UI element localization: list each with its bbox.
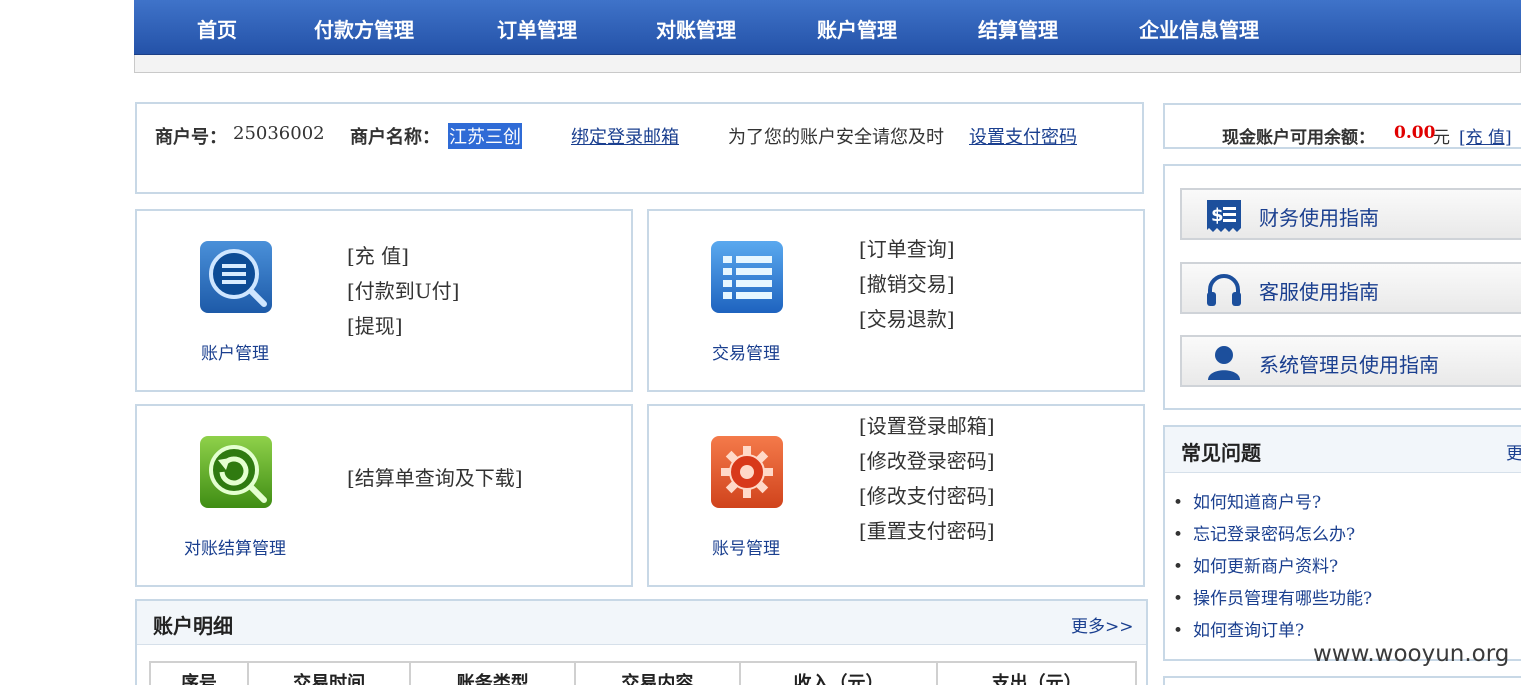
svg-text:$: $ xyxy=(1211,205,1224,226)
reset-pay-password-link[interactable]: [重置支付密码] xyxy=(859,514,995,549)
cash-balance-panel: 现金账户可用余额： 0.00 元 [充 值] xyxy=(1163,103,1521,149)
set-pay-password-link[interactable]: 设置支付密码 xyxy=(969,123,1077,149)
finance-guide-button[interactable]: $ 财务使用指南 xyxy=(1180,188,1521,240)
balance-unit: 元 xyxy=(1433,128,1450,148)
bind-email-link[interactable]: 绑定登录邮箱 xyxy=(571,123,679,149)
merchant-name-value: 江苏三创 xyxy=(448,123,522,149)
trade-management-box: 交易管理 [订单查询] [撤销交易] [交易退款] xyxy=(647,209,1145,392)
set-login-email-link[interactable]: [设置登录邮箱] xyxy=(859,409,995,444)
merchant-id-label: 商户号： xyxy=(155,127,227,148)
faq-header: 常见问题 更 xyxy=(1165,427,1521,473)
merchant-name-label: 商户名称： xyxy=(350,127,440,148)
statement-download-link[interactable]: [结算单查询及下载] xyxy=(347,461,523,496)
column-header: 账务类型 xyxy=(409,661,577,685)
faq-list: • 如何知道商户号? • 忘记登录密码怎么办? • 如何更新商户资料? • 操作员管理有… xyxy=(1173,487,1372,647)
nav-payer-management[interactable]: 付款方管理 xyxy=(314,14,414,43)
guides-panel: $ 财务使用指南 客服使用指南 系统管理员使用指南 xyxy=(1163,164,1521,410)
balance-amount: 0.00 xyxy=(1394,123,1436,143)
settlement-management-links: [结算单查询及下载] xyxy=(347,461,523,496)
column-header: 序号 xyxy=(149,661,249,685)
security-notice: 为了您的账户安全请您及时 xyxy=(728,127,944,148)
settlement-management-caption[interactable]: 对账结算管理 xyxy=(184,534,286,559)
nav-sub-bar xyxy=(134,55,1521,73)
refresh-arrow-icon[interactable] xyxy=(200,436,272,508)
account-management-box: 账户管理 [充 值] [付款到U付] [提现] xyxy=(135,209,633,392)
faq-title: 常见问题 xyxy=(1181,441,1261,465)
list-icon[interactable] xyxy=(711,241,783,313)
nav-reconciliation-management[interactable]: 对账管理 xyxy=(656,14,736,43)
magnifier-list-icon[interactable] xyxy=(200,241,272,313)
column-header: 交易内容 xyxy=(574,661,741,685)
account-detail-panel: 账户明细 更多>> 序号 交易时间 账务类型 交易内容 收入（元） 支出（元） xyxy=(135,599,1148,685)
change-pay-password-link[interactable]: [修改支付密码] xyxy=(859,479,995,514)
support-guide-label: 客服使用指南 xyxy=(1259,280,1379,304)
balance-label: 现金账户可用余额： xyxy=(1222,128,1375,148)
recharge-link[interactable]: [充 值] xyxy=(347,239,459,274)
merchant-info-panel: 商户号： 25036002 商户名称： 江苏三创 绑定登录邮箱 为了您的账户安全… xyxy=(135,102,1144,194)
table-header-row: 序号 交易时间 账务类型 交易内容 收入（元） 支出（元） xyxy=(149,661,1137,685)
cancel-trade-link[interactable]: [撤销交易] xyxy=(859,267,955,302)
account-number-management-box: 账号管理 [设置登录邮箱] [修改登录密码] [修改支付密码] [重置支付密码] xyxy=(647,404,1145,587)
column-header: 支出（元） xyxy=(936,661,1137,685)
faq-more-link[interactable]: 更 xyxy=(1506,439,1521,464)
faq-item[interactable]: • 操作员管理有哪些功能? xyxy=(1173,583,1372,615)
nav-enterprise-info[interactable]: 企业信息管理 xyxy=(1139,14,1259,43)
nav-home[interactable]: 首页 xyxy=(197,14,237,43)
trade-refund-link[interactable]: [交易退款] xyxy=(859,302,955,337)
watermark: www.wooyun.org xyxy=(1313,641,1510,667)
nav-settlement-management[interactable]: 结算管理 xyxy=(978,14,1058,43)
account-management-caption[interactable]: 账户管理 xyxy=(201,339,269,364)
dollar-receipt-icon: $ xyxy=(1204,198,1244,234)
bottom-right-panel xyxy=(1163,676,1521,685)
account-detail-more-link[interactable]: 更多>> xyxy=(1071,612,1134,637)
column-header: 交易时间 xyxy=(246,661,412,685)
pay-to-upay-link[interactable]: [付款到U付] xyxy=(347,274,459,309)
order-query-link[interactable]: [订单查询] xyxy=(859,232,955,267)
faq-item[interactable]: • 忘记登录密码怎么办? xyxy=(1173,519,1372,551)
trade-management-links: [订单查询] [撤销交易] [交易退款] xyxy=(859,232,955,337)
column-header: 收入（元） xyxy=(738,661,939,685)
balance-recharge-link[interactable]: [充 值] xyxy=(1459,123,1512,148)
account-detail-table: 序号 交易时间 账务类型 交易内容 收入（元） 支出（元） xyxy=(149,661,1137,685)
account-management-links: [充 值] [付款到U付] [提现] xyxy=(347,239,459,344)
account-detail-header: 账户明细 更多>> xyxy=(137,601,1146,645)
trade-management-caption[interactable]: 交易管理 xyxy=(712,339,780,364)
user-icon xyxy=(1204,345,1244,381)
settlement-management-box: 对账结算管理 [结算单查询及下载] xyxy=(135,404,633,587)
nav-order-management[interactable]: 订单管理 xyxy=(497,14,577,43)
withdraw-link[interactable]: [提现] xyxy=(347,309,459,344)
admin-guide-button[interactable]: 系统管理员使用指南 xyxy=(1180,335,1521,387)
headset-icon xyxy=(1204,272,1244,308)
top-nav: 首页 付款方管理 订单管理 对账管理 账户管理 结算管理 企业信息管理 xyxy=(134,0,1521,55)
account-number-management-links: [设置登录邮箱] [修改登录密码] [修改支付密码] [重置支付密码] xyxy=(859,409,995,549)
merchant-id-value: 25036002 xyxy=(233,123,325,144)
faq-panel: 常见问题 更 • 如何知道商户号? • 忘记登录密码怎么办? • 如何更新商户资料? … xyxy=(1163,425,1521,661)
account-number-management-caption[interactable]: 账号管理 xyxy=(712,534,780,559)
change-login-password-link[interactable]: [修改登录密码] xyxy=(859,444,995,479)
finance-guide-label: 财务使用指南 xyxy=(1259,206,1379,230)
support-guide-button[interactable]: 客服使用指南 xyxy=(1180,262,1521,314)
account-detail-title: 账户明细 xyxy=(153,614,233,638)
nav-account-management[interactable]: 账户管理 xyxy=(817,14,897,43)
faq-item[interactable]: • 如何知道商户号? xyxy=(1173,487,1372,519)
gear-icon[interactable] xyxy=(711,436,783,508)
faq-item[interactable]: • 如何更新商户资料? xyxy=(1173,551,1372,583)
admin-guide-label: 系统管理员使用指南 xyxy=(1259,353,1439,377)
